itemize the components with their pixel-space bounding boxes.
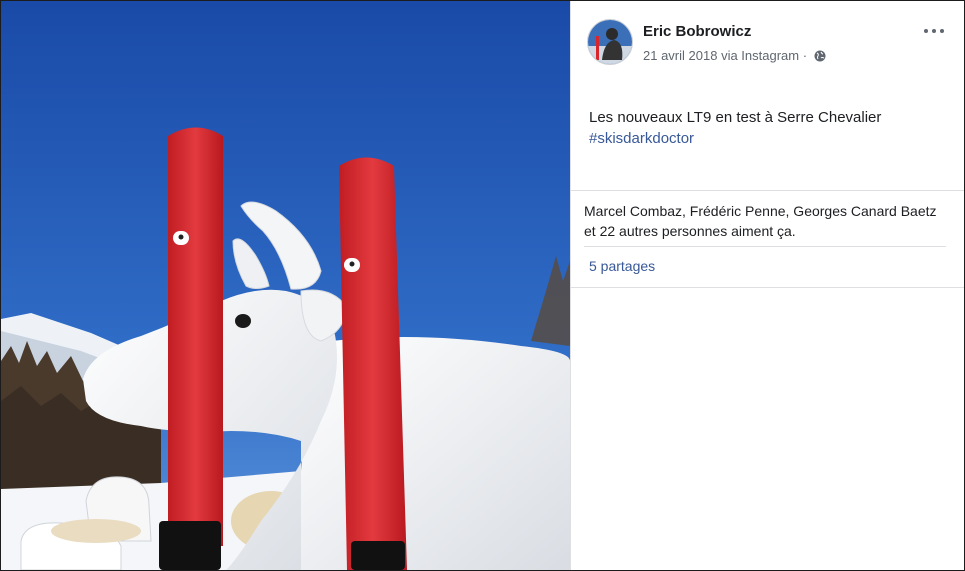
author-name[interactable]: Eric Bobrowicz [643,23,751,40]
more-options-icon[interactable] [923,23,947,39]
post-lightbox: Eric Bobrowicz 21 avril 2018 via Instagr… [0,0,965,571]
avatar-image [588,20,632,64]
post-source: via Instagram [721,48,800,63]
meta-separator: · [802,48,808,63]
reactions-summary[interactable]: Marcel Combaz, Frédéric Penne, Georges C… [584,201,944,241]
shares-link[interactable]: 5 partages [589,258,655,274]
post-meta: 21 avril 2018 via Instagram · [643,48,826,65]
hashtag-link[interactable]: #skisdarkdoctor [589,128,939,149]
post-date[interactable]: 21 avril 2018 [643,48,717,63]
post-detail-panel: Eric Bobrowicz 21 avril 2018 via Instagr… [570,1,964,570]
divider [571,190,964,191]
photo-illustration [1,1,570,570]
globe-icon[interactable] [814,50,826,65]
post-photo[interactable] [1,1,570,570]
divider [584,246,946,247]
post-header: Eric Bobrowicz 21 avril 2018 via Instagr… [587,19,957,65]
post-caption: Les nouveaux LT9 en test à Serre Chevali… [589,107,939,149]
divider [571,287,964,288]
caption-text: Les nouveaux LT9 en test à Serre Chevali… [589,109,882,126]
avatar[interactable] [587,19,633,65]
